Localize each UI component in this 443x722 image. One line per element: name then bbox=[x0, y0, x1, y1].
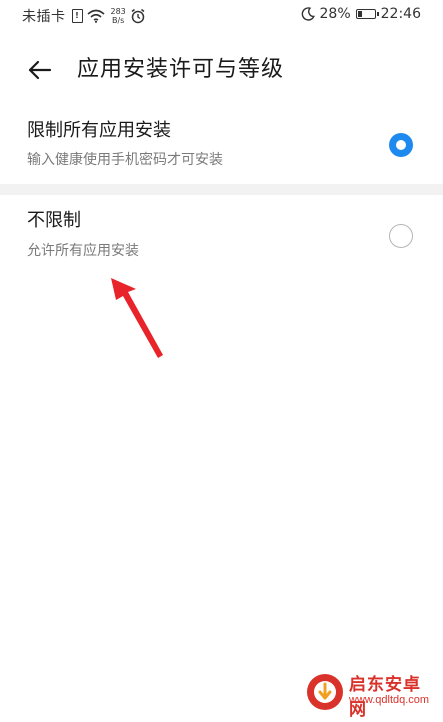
moon-icon bbox=[301, 7, 315, 21]
option-no-restriction[interactable]: 不限制 允许所有应用安装 bbox=[0, 196, 443, 274]
status-bar: 未插卡 ! 283 B/s 28% 22:46 bbox=[0, 0, 443, 34]
clock: 22:46 bbox=[380, 6, 421, 22]
option-title: 不限制 bbox=[27, 210, 81, 231]
red-arrow-annotation-icon bbox=[111, 278, 163, 358]
alarm-icon bbox=[131, 8, 145, 24]
battery-level-fill bbox=[357, 11, 362, 17]
sim-icon: ! bbox=[71, 9, 83, 23]
status-left: 未插卡 ! 283 B/s bbox=[22, 6, 146, 26]
option-description: 允许所有应用安装 bbox=[27, 243, 139, 259]
network-speed-value: 283 bbox=[110, 7, 126, 16]
battery-percent: 28% bbox=[319, 6, 351, 22]
app-header: 应用安装许可与等级 bbox=[0, 48, 443, 92]
radio-selected-icon[interactable] bbox=[389, 133, 413, 157]
watermark-url: www.qdltdq.com bbox=[349, 694, 430, 706]
carrier-label: 未插卡 bbox=[22, 9, 66, 25]
watermark: 启东安卓网 www.qdltdq.com bbox=[305, 668, 435, 720]
arrow-left-icon[interactable] bbox=[24, 54, 56, 86]
network-speed-unit: B/s bbox=[111, 16, 125, 25]
section-divider bbox=[0, 184, 443, 195]
status-right: 28% 22:46 bbox=[301, 6, 421, 22]
option-title: 限制所有应用安装 bbox=[27, 120, 171, 141]
network-speed: 283 B/s bbox=[111, 7, 126, 25]
radio-unselected-icon[interactable] bbox=[389, 224, 413, 248]
battery-icon bbox=[355, 9, 379, 19]
option-description: 输入健康使用手机密码才可安装 bbox=[27, 152, 223, 168]
wifi-icon bbox=[86, 9, 105, 23]
watermark-logo-icon bbox=[307, 674, 343, 710]
page-title: 应用安装许可与等级 bbox=[77, 57, 285, 82]
option-restrict-all[interactable]: 限制所有应用安装 输入健康使用手机密码才可安装 bbox=[0, 110, 443, 184]
